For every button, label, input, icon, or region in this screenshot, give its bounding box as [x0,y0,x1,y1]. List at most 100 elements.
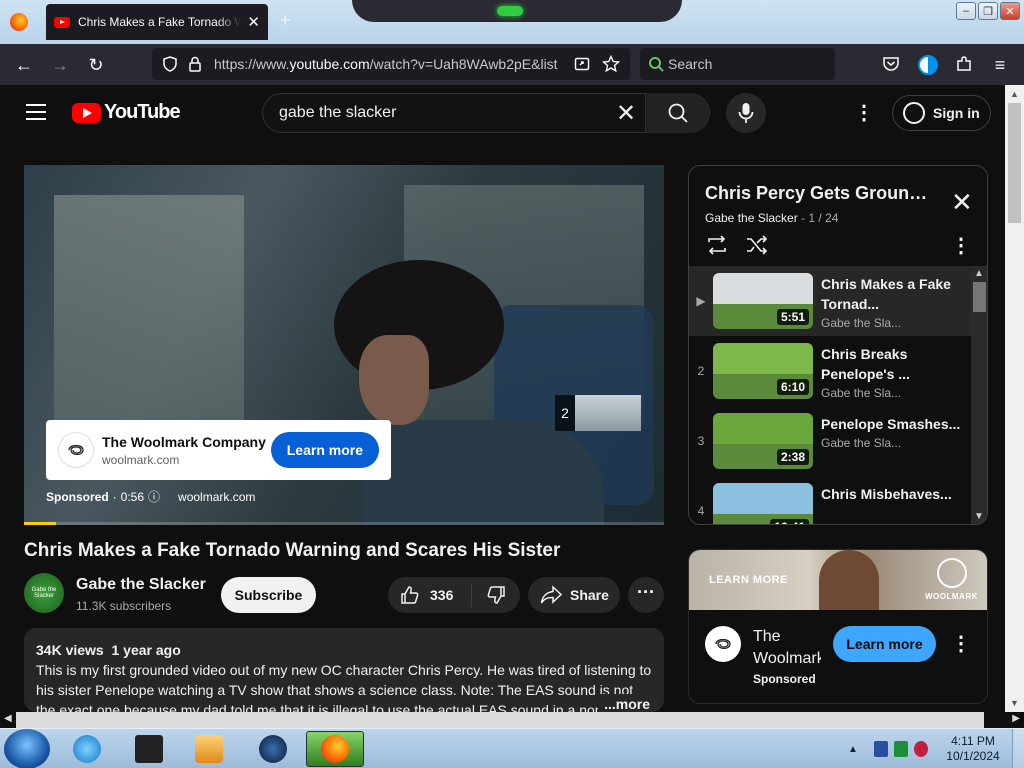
page-horizontal-scrollbar[interactable]: ◀ ▶ [0,712,1024,728]
scroll-right-icon[interactable]: ▶ [1012,713,1020,724]
loop-icon[interactable] [705,234,729,256]
upload-age: 1 year ago [111,642,181,658]
playlist-item-thumbnail[interactable]: 2:38 [713,413,813,469]
video-player[interactable]: 2 The Woolmark Company woolmark.com Lear… [24,165,664,525]
playlist-more-icon[interactable]: ⋮ [949,234,973,258]
playlist-item-thumbnail[interactable]: 5:51 [713,273,813,329]
youtube-favicon-icon [54,16,70,28]
side-ad-more-icon[interactable]: ⋮ [949,632,973,656]
tray-expand-icon[interactable]: ▲ [848,744,858,755]
url-bar[interactable]: https://www.youtube.com/watch?v=Uah8WAwb… [152,48,630,80]
playlist-item-title[interactable]: Penelope Smashes... [821,414,961,434]
scroll-left-icon[interactable]: ◀ [4,713,12,724]
shuffle-icon[interactable] [745,234,769,256]
playlist-item-title[interactable]: Chris Makes a Fake Tornad... [821,274,961,314]
ad-meta-domain[interactable]: woolmark.com [178,490,255,504]
playlist-item-title[interactable]: Chris Breaks Penelope's ... [821,344,961,384]
playlist-item-thumbnail[interactable]: 16:41 [713,483,813,524]
page-vertical-scrollbar[interactable]: ▲ ▼ [1005,85,1024,712]
playlist-item[interactable]: 4 16:41 Chris Misbehaves... [689,476,972,524]
thumbs-up-icon [401,586,419,604]
firefox-icon[interactable] [10,13,28,31]
scene-person [324,260,604,525]
playlist-item-title[interactable]: Chris Misbehaves... [821,484,961,504]
side-ad[interactable]: LEARN MORE WOOLMARK The Woolmark Sponsor… [688,549,988,704]
lock-icon[interactable] [188,56,202,72]
sign-in-button[interactable]: Sign in [892,95,991,131]
browser-tab[interactable]: Chris Makes a Fake Tornado Warning ✕ [46,4,268,40]
banner-learn-more: LEARN MORE [709,574,788,586]
share-button[interactable]: Share [528,577,620,613]
ad-overlay-card[interactable]: The Woolmark Company woolmark.com Learn … [46,420,391,480]
taskbar-app[interactable] [244,731,302,767]
playlist-owner[interactable]: Gabe the Slacker [705,211,798,225]
next-ad-preview[interactable]: 2 [555,394,643,432]
description-box[interactable]: 34K views 1 year ago This is my first gr… [24,628,664,712]
ad-company-name[interactable]: The Woolmark Company [102,434,266,450]
youtube-wordmark: YouTube [104,101,181,123]
ad-banner-image[interactable]: LEARN MORE WOOLMARK [689,550,987,610]
channel-name[interactable]: Gabe the Slacker [76,576,206,594]
voice-search-button[interactable] [726,93,766,133]
side-ad-learn-more-button[interactable]: Learn more [833,626,936,662]
page-scroll-thumb[interactable] [1008,103,1021,223]
close-window-button[interactable]: ✕ [1000,2,1020,20]
start-button[interactable] [4,729,50,768]
youtube-search-box: gabe the slacker ✕ [262,93,710,133]
guide-menu-icon[interactable] [26,104,46,120]
taskbar-internet-explorer[interactable] [58,731,116,767]
settings-more-icon[interactable]: ⋮ [852,101,876,125]
tab-close-icon[interactable]: ✕ [247,13,260,31]
search-button[interactable] [645,93,709,133]
playlist-item-index: 4 [697,504,705,518]
ad-learn-more-button[interactable]: Learn more [270,432,379,468]
pocket-icon[interactable] [882,55,900,73]
info-icon[interactable]: ⓘ [148,488,160,505]
scroll-up-icon[interactable]: ▲ [974,268,984,279]
horizontal-scroll-thumb[interactable] [16,712,984,728]
taskbar-explorer[interactable] [120,731,178,767]
youtube-logo[interactable]: YouTube [72,101,181,124]
side-ad-name[interactable]: The Woolmark [753,626,821,670]
shield-icon[interactable] [162,56,178,72]
taskbar-media-player[interactable] [180,731,238,767]
maximize-button[interactable]: ❐ [978,2,998,20]
browser-search-field[interactable]: Search [640,48,835,80]
playlist-item-thumbnail[interactable]: 6:10 [713,343,813,399]
playlist-title[interactable]: Chris Percy Gets Ground... [705,183,935,204]
clear-search-icon[interactable]: ✕ [607,99,645,128]
reader-view-icon[interactable] [574,56,590,72]
page-scroll-down-icon[interactable]: ▼ [1010,698,1019,708]
playlist-item[interactable]: 3 2:38 Penelope Smashes... Gabe the Sla... [689,406,972,476]
back-icon[interactable]: ← [12,53,36,77]
volume-icon[interactable] [913,741,928,757]
new-tab-button[interactable]: + [280,10,291,31]
extensions-icon[interactable] [955,55,973,73]
like-button[interactable]: 336 [388,583,472,607]
system-clock[interactable]: 4:11 PM 10/1/2024 [940,734,1006,764]
taskbar-firefox[interactable] [306,731,364,767]
playlist-item[interactable]: 2 6:10 Chris Breaks Penelope's ... Gabe the… [689,336,972,406]
more-actions-button[interactable]: ··· [628,577,664,613]
dark-reader-icon[interactable] [918,55,938,75]
defender-icon[interactable] [873,741,888,757]
show-desktop-button[interactable] [1012,729,1024,768]
search-input[interactable]: gabe the slacker [263,104,607,122]
bookmark-star-icon[interactable] [602,55,620,73]
forward-icon[interactable]: → [48,53,72,77]
hamburger-menu-icon[interactable]: ≡ [988,53,1012,77]
description-more-link[interactable]: ...more [598,694,650,712]
scroll-down-icon[interactable]: ▼ [974,511,984,522]
playlist-scrollbar[interactable]: ▲ ▼ [971,266,987,524]
network-icon[interactable] [893,741,908,757]
reload-icon[interactable]: ↻ [84,53,108,77]
playlist-item[interactable]: ▶ 5:51 Chris Makes a Fake Tornad... Gabe th… [689,266,972,336]
playlist-scroll-thumb[interactable] [973,282,986,312]
close-playlist-icon[interactable]: ✕ [951,189,973,215]
page-scroll-up-icon[interactable]: ▲ [1010,89,1019,99]
channel-avatar[interactable]: Gabe the Slacker [24,573,64,613]
subscribe-button[interactable]: Subscribe [221,577,316,613]
ad-progress-bar[interactable] [24,522,664,525]
dislike-button[interactable] [472,585,520,605]
minimize-button[interactable]: – [956,2,976,20]
